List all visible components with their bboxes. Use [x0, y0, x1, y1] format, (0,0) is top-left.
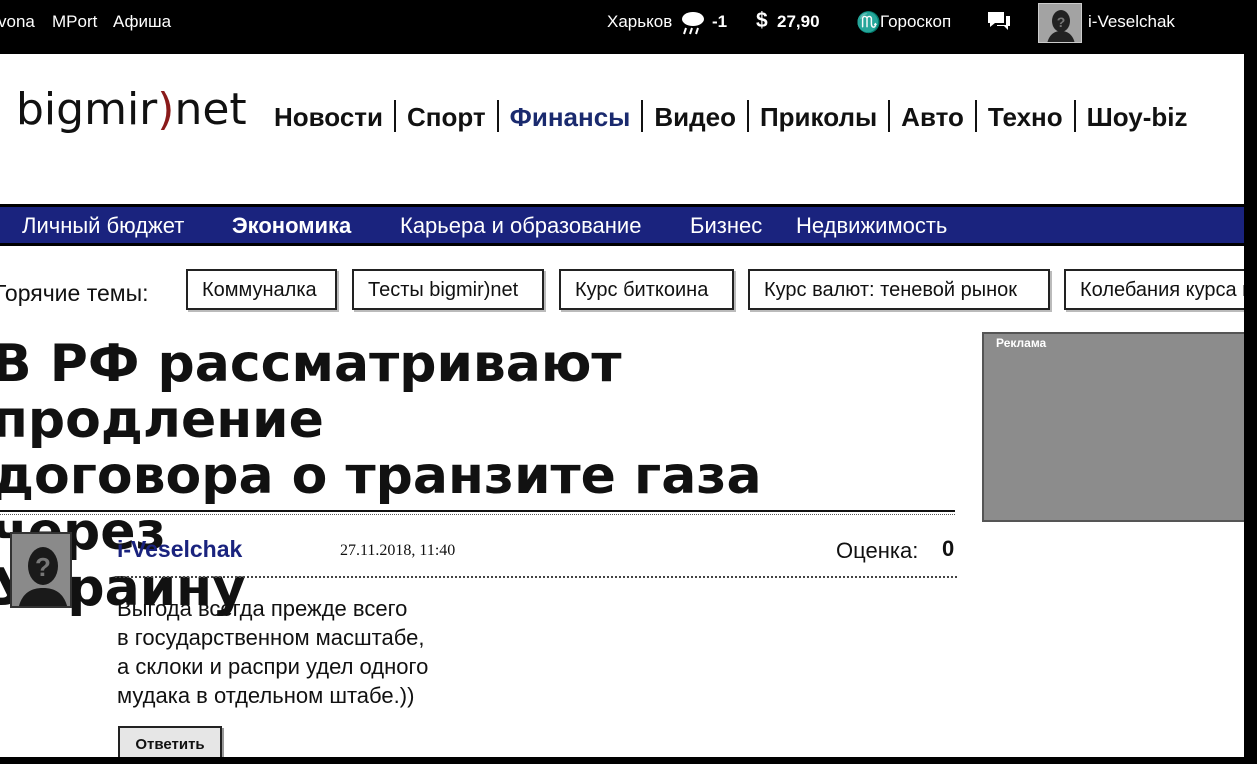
hot-topic-chip[interactable]: Колебания курса г	[1064, 269, 1244, 310]
hot-topic-chip[interactable]: Коммуналка	[186, 269, 337, 310]
hot-topics-label: Горячие темы:	[0, 280, 149, 306]
hot-topic-chip[interactable]: Тесты bigmir)net	[352, 269, 544, 310]
ad-label: Реклама	[996, 336, 1047, 350]
frame-border	[1247, 46, 1257, 764]
comment-date: 27.11.2018, 11:40	[340, 542, 456, 559]
hot-topic-chip[interactable]: Курс валют: теневой рынок	[748, 269, 1050, 310]
main-nav: Новости Спорт Финансы Видео Приколы Авто Техно…	[274, 100, 1188, 133]
site-logo[interactable]: bigmir)net	[16, 84, 247, 135]
user-avatar[interactable]: ?	[1038, 3, 1082, 43]
headline-line: В РФ рассматривают продление	[0, 334, 622, 450]
comment-line: а склоки и распри удел одного	[117, 654, 429, 679]
comment-divider	[115, 576, 957, 578]
subnav-item-realty[interactable]: Недвижимость	[796, 213, 947, 239]
currency-rate[interactable]: 27,90	[777, 12, 820, 32]
topbar-link-vona[interactable]: vona	[0, 12, 35, 32]
svg-text:?: ?	[1057, 14, 1066, 30]
article-headline: В РФ рассматривают продление договора о …	[0, 336, 822, 616]
ad-banner[interactable]: Реклама	[982, 332, 1244, 522]
topbar-link-afisha[interactable]: Афиша	[113, 12, 171, 32]
nav-item-finance[interactable]: Финансы	[510, 102, 631, 133]
subnav-item-budget[interactable]: Личный бюджет	[22, 213, 184, 239]
nav-item-auto[interactable]: Авто	[901, 102, 964, 133]
chat-icon[interactable]	[986, 10, 1012, 39]
nav-divider	[746, 100, 749, 132]
comment-line: в государственном масштабе,	[117, 625, 425, 650]
nav-item-showbiz[interactable]: Шоу-biz	[1087, 102, 1188, 133]
nav-divider	[974, 100, 977, 132]
nav-divider	[888, 100, 891, 132]
finance-subnav: Личный бюджет Экономика Карьера и образо…	[0, 204, 1244, 246]
reply-button[interactable]: Ответить	[118, 726, 222, 759]
comment-line: мудака в отдельном штабе.))	[117, 683, 415, 708]
logo-text: bigmir	[16, 84, 158, 135]
weather-city[interactable]: Харьков	[607, 12, 672, 32]
nav-item-news[interactable]: Новости	[274, 102, 383, 133]
comment-text: Выгода всегда прежде всего в государстве…	[117, 594, 537, 710]
comment-score: 0	[942, 536, 955, 561]
headline-divider-dotted	[0, 514, 955, 515]
nav-item-jokes[interactable]: Приколы	[760, 102, 877, 133]
topbar-link-mport[interactable]: MPort	[52, 12, 97, 32]
weather-temperature[interactable]: -1	[712, 12, 727, 32]
svg-text:?: ?	[35, 552, 51, 582]
weather-icon	[680, 9, 706, 42]
nav-divider	[394, 100, 397, 132]
subnav-item-business[interactable]: Бизнес	[690, 213, 762, 239]
topbar-username[interactable]: i-Veselchak	[1088, 12, 1175, 32]
nav-item-sport[interactable]: Спорт	[407, 102, 486, 133]
nav-divider	[1073, 100, 1076, 132]
hot-topic-chip[interactable]: Курс биткоина	[559, 269, 734, 310]
logo-text-net: net	[174, 84, 247, 135]
comment-avatar[interactable]: ?	[10, 532, 72, 608]
nav-divider	[496, 100, 499, 132]
horoscope-link[interactable]: Гороскоп	[880, 12, 951, 32]
page-content: bigmir)net Новости Спорт Финансы Видео Прико…	[0, 54, 1247, 759]
logo-paren: )	[157, 84, 175, 135]
nav-divider	[641, 100, 644, 132]
comment-author[interactable]: i-Veselchak	[117, 536, 242, 563]
dollar-icon: $	[756, 9, 768, 32]
subnav-item-economy[interactable]: Экономика	[232, 213, 351, 239]
comment-score-label: Оценка:	[836, 538, 919, 563]
nav-item-tech[interactable]: Техно	[988, 102, 1063, 133]
headline-divider	[0, 510, 955, 512]
comment-line: Выгода всегда прежде всего	[117, 596, 408, 621]
nav-item-video[interactable]: Видео	[654, 102, 736, 133]
frame-border	[0, 757, 1257, 764]
scorpio-icon: ♏	[856, 12, 881, 34]
top-bar: vona MPort Афиша Харьков -1 $ 27,90 ♏ Го…	[0, 0, 1257, 46]
subnav-item-career[interactable]: Карьера и образование	[400, 213, 641, 239]
